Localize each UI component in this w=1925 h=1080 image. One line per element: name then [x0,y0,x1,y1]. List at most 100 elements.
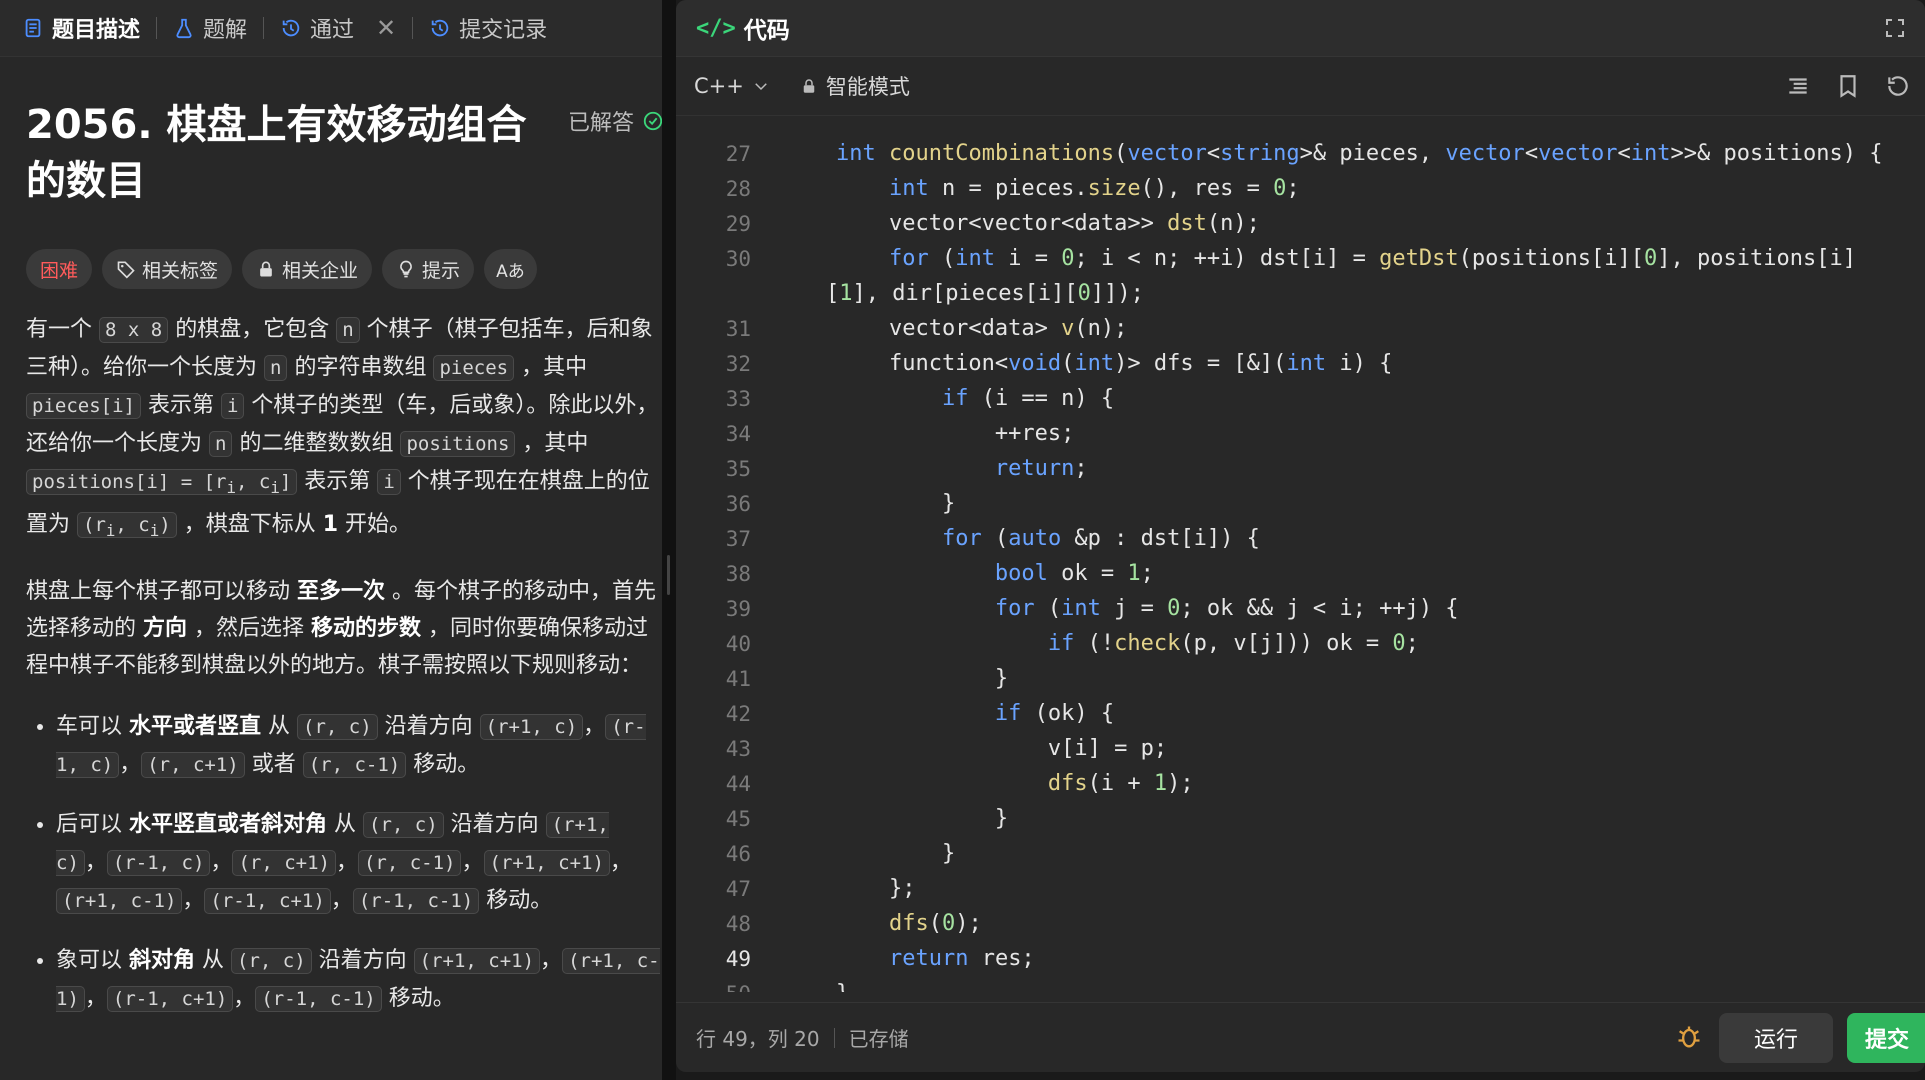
code-line: 32 function<void(int)> dfs = [&](int i) … [725,351,1393,376]
list-item: 后可以 水平竖直或者斜对角 从 (r, c) 沿着方向 (r+1, c)，(r-… [56,806,662,920]
tag-icon [117,261,135,279]
code-line: 45 } [725,806,1009,831]
tab-submissions[interactable]: 提交记录 [429,12,547,44]
code-line: 28 int n = pieces.size(), res = 0; [725,176,1300,201]
lock-icon [803,79,815,93]
save-status: 已存储 [848,1027,909,1051]
panel-resizer[interactable] [662,0,676,1080]
problem-description: 有一个 8 x 8 的棋盘，它包含 n 个棋子（棋子包括车，后和象三种）。给你一… [26,311,662,1018]
lightbulb-icon [400,260,412,278]
tab-solutions[interactable]: 题解 [173,12,247,44]
history-icon [282,19,300,37]
related-companies-label: 相关企业 [282,259,359,282]
bookmark-icon[interactable] [1835,73,1861,99]
difficulty-label: 困难 [40,259,79,282]
code-line: 47 }; [725,876,916,901]
code-header-title: 代码 [743,18,790,44]
list-item: 车可以 水平或者竖直 从 (r, c) 沿着方向 (r+1, c)，(r-1, … [56,708,662,784]
run-button[interactable]: 运行 [1719,1013,1833,1063]
editor-statusbar: 行 49，列 20 已存储 运行 提交 [676,1002,1925,1072]
code-line: 30 for (int i = 0; i < n; ++i) dst[i] = … [725,246,1856,271]
translate-icon: Aあ [496,261,525,282]
tab-description[interactable]: 题目描述 [22,12,140,44]
code-line: 38 bool ok = 1; [725,561,1154,586]
close-icon[interactable]: ✕ [376,14,396,42]
desc-paragraph-2: 棋盘上每个棋子都可以移动 至多一次 。每个棋子的移动中，首先选择移动的 方向 ，… [26,578,657,678]
code-line: 29 vector<vector<data>> dst(n); [725,211,1260,236]
code-line: 44 dfs(i + 1); [725,771,1194,796]
problem-panel: 题目描述 题解 通过 ✕ 提交记录 2056. 棋盘上有效移动组合 的数目 已解… [0,0,662,1080]
related-companies-button[interactable]: 相关企业 [242,249,373,289]
translate-button[interactable]: Aあ [484,249,537,289]
tab-description-label: 题目描述 [52,18,141,43]
related-tags-label: 相关标签 [142,259,219,282]
difficulty-badge: 困难 [26,249,93,289]
tab-divider [156,17,158,39]
reset-icon[interactable] [1885,73,1911,99]
document-icon [25,18,41,38]
title-line-1: 2056. 棋盘上有效移动组合 [26,102,527,148]
editor-actions [1785,73,1911,99]
history-icon [431,19,449,37]
title-row: 2056. 棋盘上有效移动组合 的数目 已解答 [26,97,662,217]
smart-mode-toggle[interactable]: 智能模式 [800,71,910,101]
tab-divider [263,17,265,39]
chevron-down-icon [755,83,767,91]
hint-button[interactable]: 提示 [382,249,475,289]
cursor-position: 行 49，列 20 [696,1027,820,1051]
format-icon[interactable] [1785,73,1811,99]
hint-label: 提示 [422,259,461,282]
code-line: 36 } [725,491,956,516]
status-divider [833,1027,835,1048]
code-icon: </> [696,15,736,41]
code-line: 40 if (!check(p, v[j])) ok = 0; [725,631,1419,656]
debug-icon[interactable] [1675,1023,1703,1051]
problem-content: 2056. 棋盘上有效移动组合 的数目 已解答 困难 相关标签 相关企业 提示 [0,97,662,1018]
tab-accepted-label: 通过 [310,18,355,43]
solved-badge: 已解答 [568,105,662,137]
submit-button[interactable]: 提交 [1847,1013,1925,1063]
code-line: 35 return; [725,456,1088,481]
solved-label: 已解答 [568,111,635,136]
code-line: 46 } [725,841,956,866]
code-header: </> 代码 [676,0,1925,57]
title-line-2: 的数目 [26,158,146,204]
problem-chips: 困难 相关标签 相关企业 提示 Aあ [26,249,662,289]
move-rules-list: 车可以 水平或者竖直 从 (r, c) 沿着方向 (r+1, c)，(r-1, … [26,708,662,1018]
code-line: 43 v[i] = p; [725,736,1168,761]
code-line: 33 if (i == n) { [725,386,1115,411]
code-line: 39 for (int j = 0; ok && j < i; ++j) { [725,596,1459,621]
fullscreen-icon[interactable] [1883,16,1907,40]
related-tags-button[interactable]: 相关标签 [102,249,233,289]
lock-icon [260,261,272,277]
code-line: 48 dfs(0); [725,911,982,936]
check-circle-icon [643,111,662,131]
code-line: 42 if (ok) { [725,701,1115,726]
code-line: 27 int countCombinations(vector<string>&… [725,141,1883,166]
desc-paragraph-1: 有一个 8 x 8 的棋盘，它包含 n 个棋子（棋子包括车，后和象三种）。给你一… [26,317,659,540]
editor-toolbar: C++ 智能模式 [676,57,1925,116]
resizer-handle[interactable] [667,555,670,595]
language-label: C++ [694,74,744,98]
submit-label: 提交 [1865,1028,1910,1053]
page-title[interactable]: 2056. 棋盘上有效移动组合 的数目 [26,97,546,209]
code-line: 37 for (auto &p : dst[i]) { [725,526,1260,551]
smart-mode-label: 智能模式 [825,75,910,99]
list-item: 象可以 斜对角 从 (r, c) 沿着方向 (r+1, c+1)，(r+1, c… [56,942,662,1018]
code-editor[interactable]: 27 int countCombinations(vector<string>&… [676,116,1925,992]
tab-accepted[interactable]: 通过 ✕ [280,12,396,44]
code-line: [1], dir[pieces[i][0]]); [826,281,1144,306]
problem-tabs: 题目描述 题解 通过 ✕ 提交记录 [0,0,662,57]
code-panel: </> 代码 C++ 智能模式 27 int countCombinations… [676,0,1925,1072]
tab-solutions-label: 题解 [203,18,248,43]
code-line: 31 vector<data> v(n); [725,316,1128,341]
language-select[interactable]: C++ [694,74,770,98]
flask-icon [176,18,192,39]
code-line: 41 } [725,666,1009,691]
code-line: 34 ++res; [725,421,1075,446]
tab-submissions-label: 提交记录 [459,18,548,43]
code-line-current: 49 return res; [725,946,1035,971]
tab-divider [412,17,414,39]
run-label: 运行 [1753,1028,1798,1053]
